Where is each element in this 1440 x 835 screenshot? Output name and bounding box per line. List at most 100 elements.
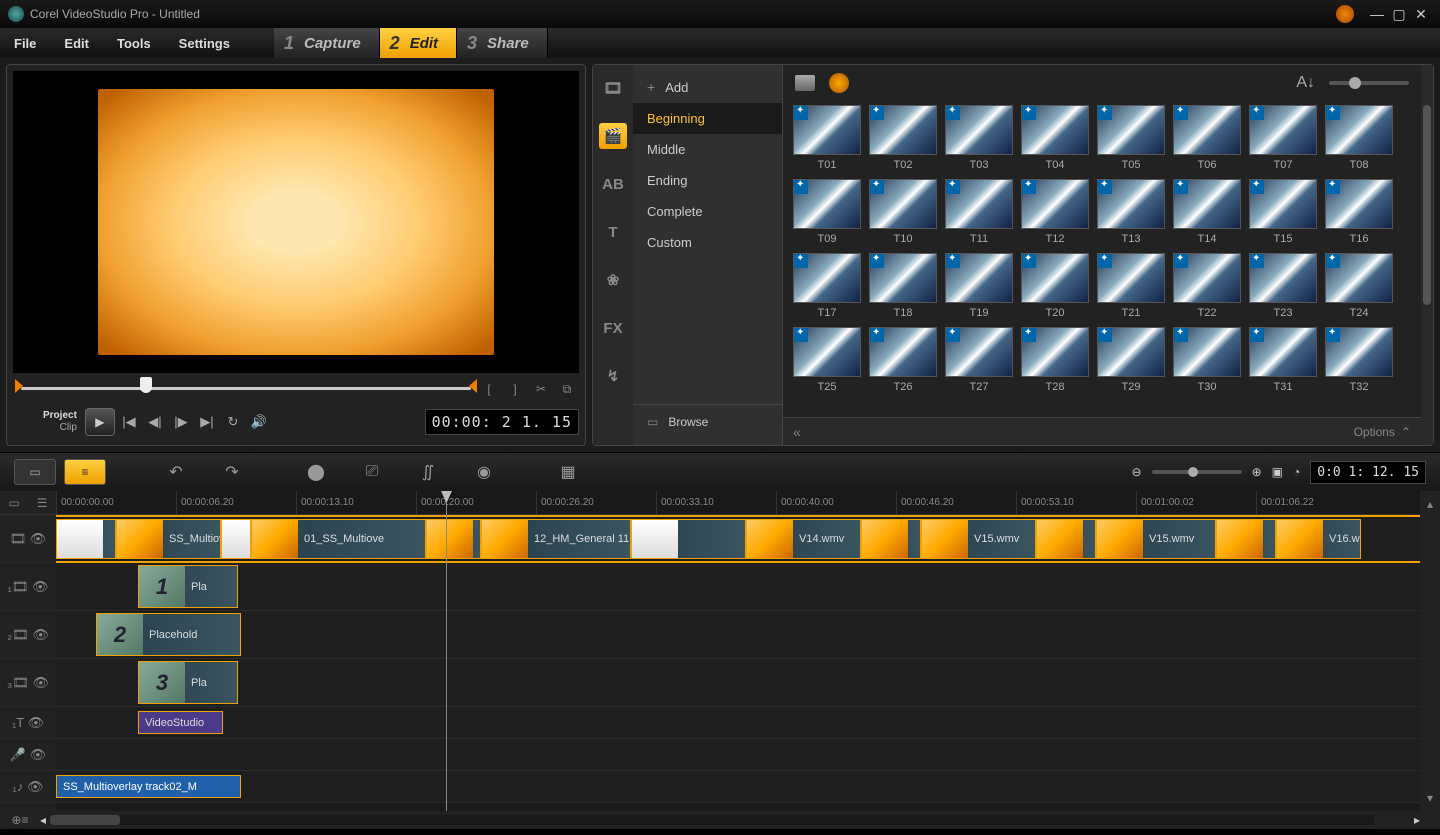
template-T24[interactable]: T24	[1325, 253, 1393, 319]
video-clip[interactable]	[861, 519, 921, 559]
video-clip[interactable]	[631, 519, 746, 559]
track-motion-button[interactable]: ◉	[468, 459, 500, 485]
video-track-header[interactable]: 🎞 👁	[0, 515, 56, 563]
mode-project-label[interactable]: Project	[43, 410, 77, 422]
libtab-transition[interactable]: AB	[599, 171, 627, 197]
template-T21[interactable]: T21	[1097, 253, 1165, 319]
video-clip[interactable]: V14.wmv	[746, 519, 861, 559]
video-clip[interactable]	[1036, 519, 1096, 559]
options-toggle[interactable]: Options ⌃	[1354, 425, 1411, 439]
mark-out-handle[interactable]	[463, 379, 477, 393]
video-clip[interactable]	[56, 519, 116, 559]
library-scrollbar[interactable]	[1421, 65, 1433, 445]
video-clip[interactable]: fac	[221, 519, 251, 559]
volume-button[interactable]: 🔊	[247, 410, 271, 434]
storyboard-view-button[interactable]: ▭	[14, 459, 56, 485]
mark-in-handle[interactable]	[15, 379, 29, 393]
scroll-left-icon[interactable]: ◂	[40, 813, 46, 827]
overlay1-track-header[interactable]: ₁🎞 👁	[0, 563, 56, 611]
template-T25[interactable]: T25	[793, 327, 861, 393]
template-T10[interactable]: T10	[869, 179, 937, 245]
next-frame-button[interactable]: |▶	[169, 410, 193, 434]
audio-mixer-button[interactable]: ⎚	[356, 459, 388, 485]
timeline-view-button[interactable]: ≡	[64, 459, 106, 485]
reel-icon[interactable]	[829, 73, 849, 93]
template-T26[interactable]: T26	[869, 327, 937, 393]
template-T11[interactable]: T11	[945, 179, 1013, 245]
libtab-filter[interactable]: FX	[599, 315, 627, 341]
template-T02[interactable]: T02	[869, 105, 937, 171]
template-T18[interactable]: T18	[869, 253, 937, 319]
overlay3-track-header[interactable]: ₃🎞 👁	[0, 659, 56, 707]
timeline-zoom-slider[interactable]	[1152, 470, 1242, 474]
redo-button[interactable]: ↷	[216, 459, 248, 485]
template-T30[interactable]: T30	[1173, 327, 1241, 393]
play-button[interactable]: ▶	[85, 408, 115, 436]
category-complete[interactable]: Complete	[633, 196, 782, 227]
template-T16[interactable]: T16	[1325, 179, 1393, 245]
mode-clip-label[interactable]: Clip	[60, 422, 77, 434]
template-T28[interactable]: T28	[1021, 327, 1089, 393]
end-button[interactable]: ▶|	[195, 410, 219, 434]
template-T06[interactable]: T06	[1173, 105, 1241, 171]
libtab-title[interactable]: T	[599, 219, 627, 245]
maximize-button[interactable]: ▢	[1388, 5, 1410, 23]
template-T32[interactable]: T32	[1325, 327, 1393, 393]
step-edit[interactable]: 2Edit	[380, 28, 457, 58]
collapse-categories-icon[interactable]: «	[793, 424, 801, 440]
preview-timecode[interactable]: 00:00: 2 1. 15	[425, 409, 579, 435]
record-button[interactable]: ⬤	[300, 459, 332, 485]
template-T19[interactable]: T19	[945, 253, 1013, 319]
thumb-zoom-slider[interactable]	[1329, 81, 1409, 85]
close-button[interactable]: ✕	[1410, 5, 1432, 23]
undo-button[interactable]: ↶	[160, 459, 192, 485]
mark-out-button[interactable]: ]	[505, 382, 525, 396]
title-clip[interactable]: VideoStudio	[138, 711, 223, 734]
menu-settings[interactable]: Settings	[165, 28, 244, 58]
voice-track-header[interactable]: 🎤 👁	[0, 739, 56, 771]
template-T09[interactable]: T09	[793, 179, 861, 245]
overlay-track-1[interactable]: 1Pla	[56, 563, 1420, 611]
template-T14[interactable]: T14	[1173, 179, 1241, 245]
template-T08[interactable]: T08	[1325, 105, 1393, 171]
project-duration[interactable]: 0:0 1: 12. 15	[1310, 461, 1426, 484]
template-T07[interactable]: T07	[1249, 105, 1317, 171]
timeline-hscroll[interactable]	[50, 815, 1374, 825]
zoom-out-icon[interactable]: ⊖	[1132, 465, 1142, 479]
template-T31[interactable]: T31	[1249, 327, 1317, 393]
overlay-track-2[interactable]: 2Placehold	[56, 611, 1420, 659]
add-track-button[interactable]: ⊕≡	[0, 813, 40, 827]
music-clip[interactable]: SS_Multioverlay track02_M	[56, 775, 241, 798]
voice-track[interactable]	[56, 739, 1420, 771]
timeline-playhead[interactable]	[446, 491, 447, 811]
video-clip[interactable]: 12_HM_General 11.w	[481, 519, 631, 559]
category-beginning[interactable]: Beginning	[633, 103, 782, 134]
template-T17[interactable]: T17	[793, 253, 861, 319]
overlay-track-3[interactable]: 3Pla	[56, 659, 1420, 707]
music-track[interactable]: SS_Multioverlay track02_M	[56, 771, 1420, 803]
prev-frame-button[interactable]: ◀|	[143, 410, 167, 434]
video-clip[interactable]: V15.wmv	[1096, 519, 1216, 559]
timeline-vscroll[interactable]: ▴▾	[1420, 491, 1440, 811]
step-share[interactable]: 3Share	[457, 28, 548, 58]
libtab-path[interactable]: ↯	[599, 363, 627, 389]
title-track[interactable]: VideoStudio	[56, 707, 1420, 739]
video-clip[interactable]	[1216, 519, 1276, 559]
corel-wheel-icon[interactable]	[1336, 5, 1354, 23]
template-T23[interactable]: T23	[1249, 253, 1317, 319]
menu-edit[interactable]: Edit	[50, 28, 103, 58]
minimize-button[interactable]: —	[1366, 5, 1388, 23]
template-T13[interactable]: T13	[1097, 179, 1165, 245]
template-T22[interactable]: T22	[1173, 253, 1241, 319]
overlay-clip[interactable]: 1Pla	[138, 565, 238, 608]
scrub-playhead[interactable]	[140, 377, 152, 393]
libtab-media[interactable]: 🎞	[599, 75, 627, 101]
scroll-right-icon[interactable]: ▸	[1414, 813, 1420, 827]
menu-tools[interactable]: Tools	[103, 28, 165, 58]
libtab-instant[interactable]: 🎬	[599, 123, 627, 149]
template-T20[interactable]: T20	[1021, 253, 1089, 319]
show-all-icon[interactable]: ▭	[8, 496, 19, 510]
template-T29[interactable]: T29	[1097, 327, 1165, 393]
preview-viewport[interactable]	[13, 71, 579, 373]
cut-button[interactable]: ✂	[531, 382, 551, 396]
